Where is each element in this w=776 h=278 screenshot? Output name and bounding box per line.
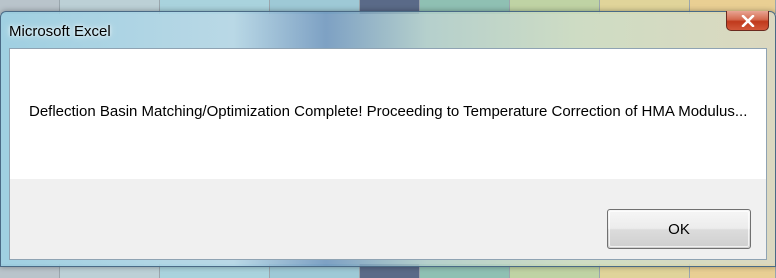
message-dialog: Microsoft Excel Deflection Basin Matchin… bbox=[0, 11, 776, 267]
ok-button[interactable]: OK bbox=[607, 209, 751, 249]
close-icon bbox=[741, 14, 754, 27]
window-title: Microsoft Excel bbox=[9, 23, 111, 40]
dialog-message: Deflection Basin Matching/Optimization C… bbox=[29, 103, 748, 120]
message-area: Deflection Basin Matching/Optimization C… bbox=[10, 49, 766, 179]
close-button[interactable] bbox=[726, 11, 769, 31]
dialog-client-area: Deflection Basin Matching/Optimization C… bbox=[9, 48, 767, 260]
title-bar[interactable]: Microsoft Excel bbox=[1, 11, 775, 48]
